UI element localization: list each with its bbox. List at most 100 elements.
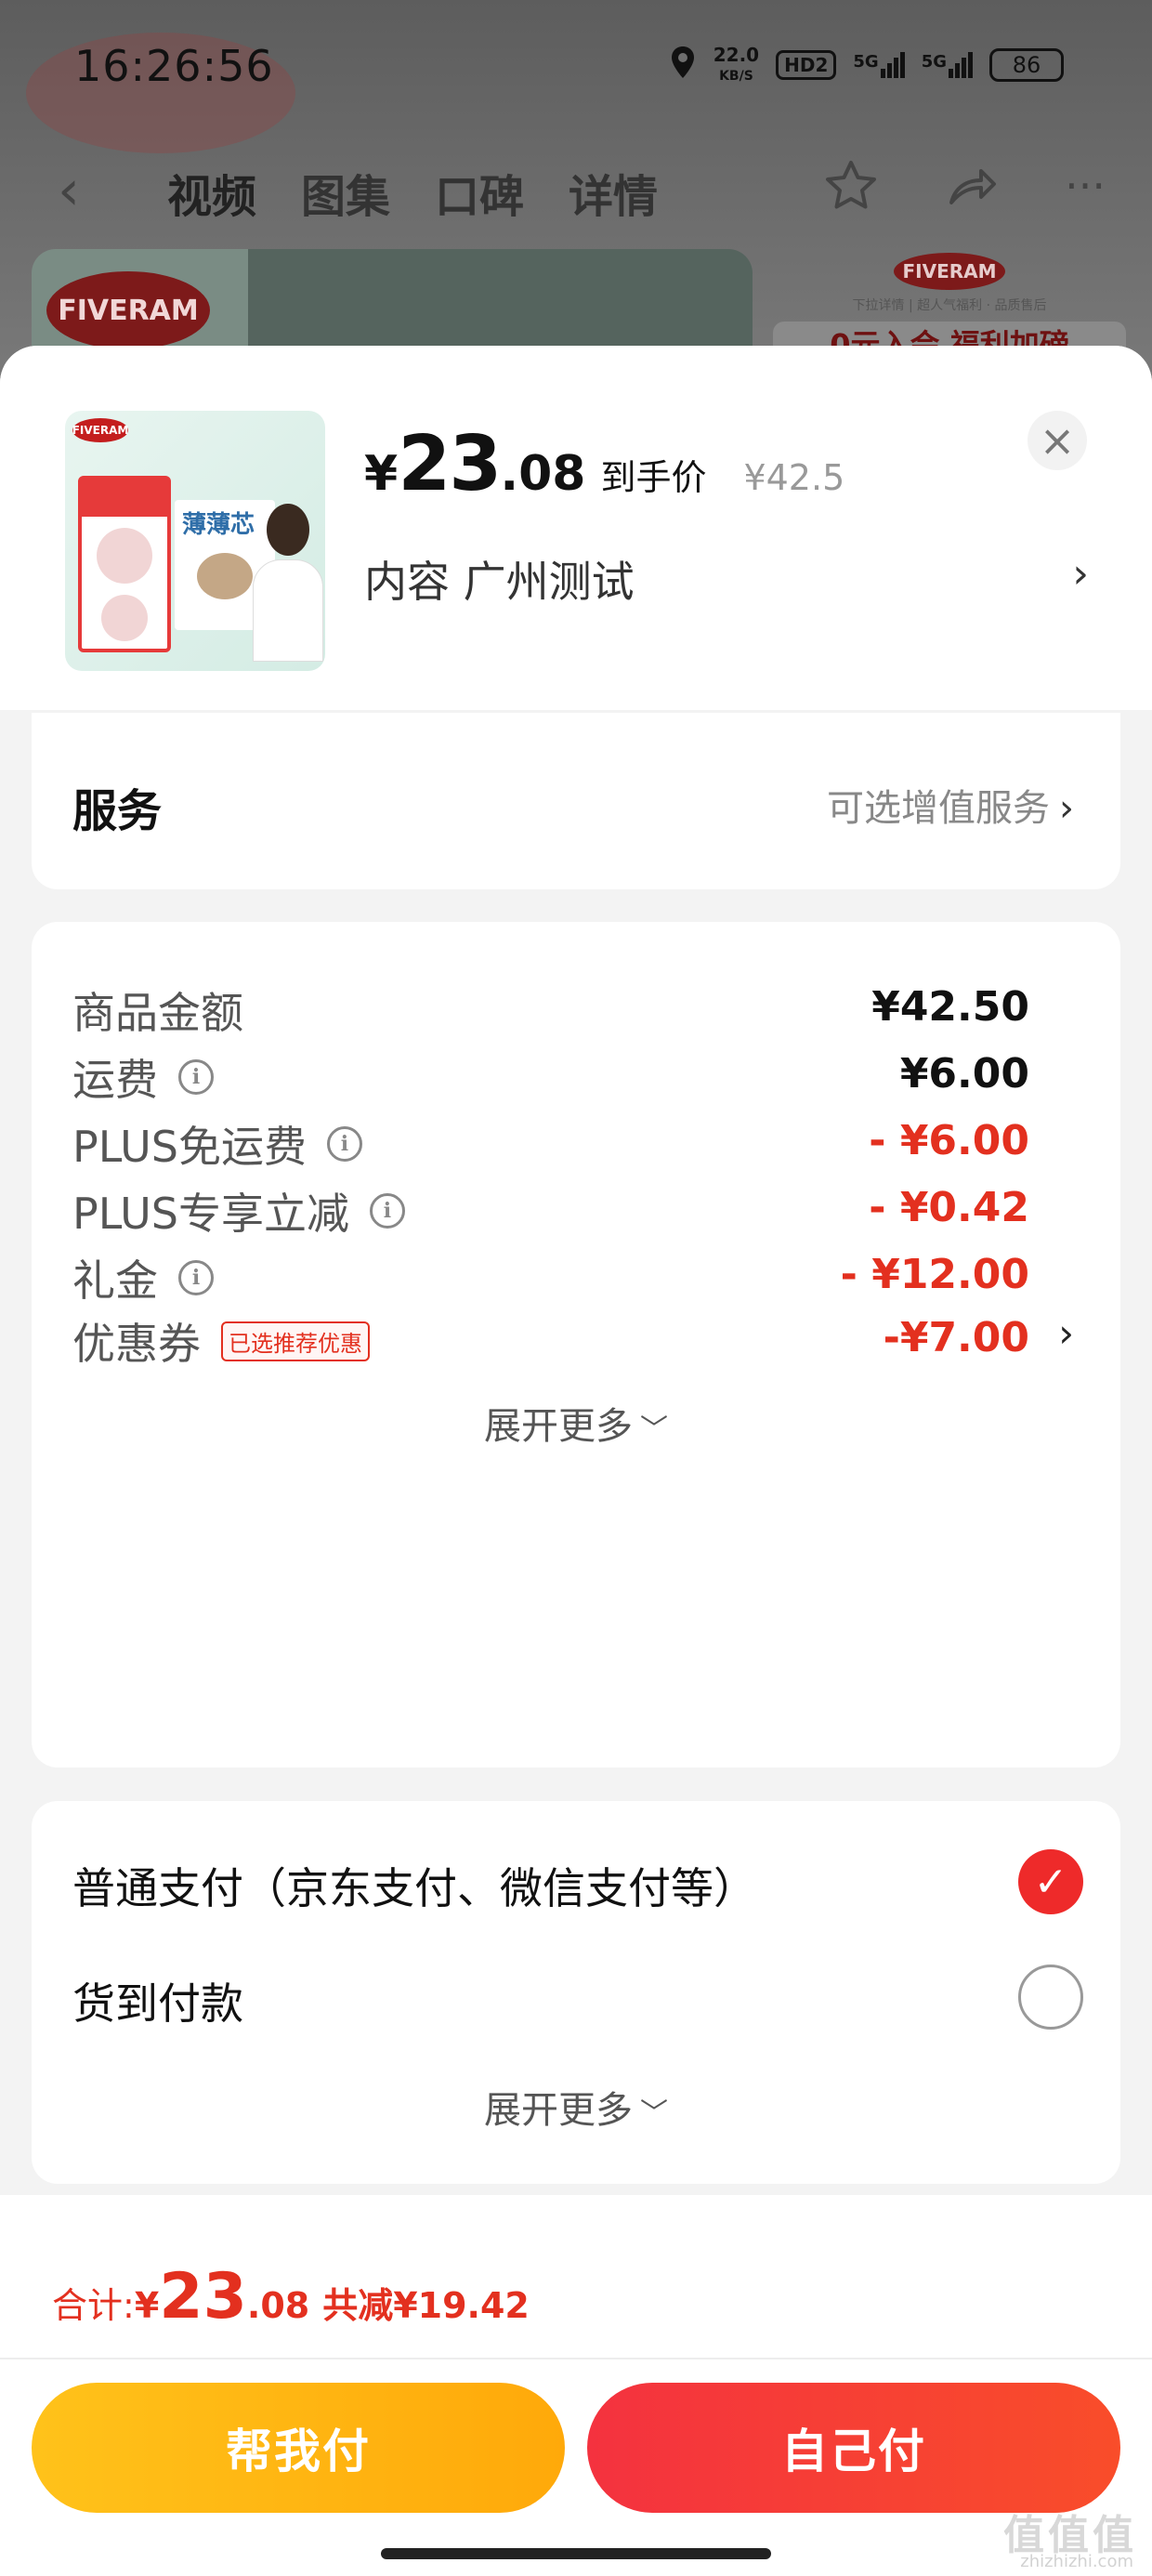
signal-icon-1: 5G: [853, 52, 905, 78]
summary-value: - ¥6.00: [869, 1117, 1029, 1164]
summary-label: 商品金额: [72, 979, 243, 1041]
summary-row-coupon[interactable]: 优惠券 已选推荐优惠 -¥7.00: [72, 1310, 1029, 1375]
tab-reviews[interactable]: 口碑: [435, 160, 524, 225]
summary-label-text: 礼金: [72, 1255, 158, 1306]
nav-tabs: 视频 图集 口碑 详情: [167, 160, 658, 225]
summary-label-text: PLUS专享立减: [72, 1189, 349, 1239]
net-speed-value: 22.0: [713, 43, 760, 66]
chevron-down-icon: ﹀: [640, 2097, 668, 2130]
share-icon[interactable]: [944, 158, 1000, 227]
spec-selector[interactable]: 内容 广州测试: [364, 548, 635, 610]
summary-value: - ¥12.00: [840, 1251, 1029, 1298]
star-icon[interactable]: [823, 158, 879, 227]
summary-row-gift-money: 礼金 i - ¥12.00: [72, 1247, 1029, 1312]
battery-icon: 86: [989, 48, 1064, 82]
summary-value: ¥6.00: [899, 1050, 1029, 1097]
info-icon[interactable]: i: [369, 1193, 405, 1229]
info-icon[interactable]: i: [178, 1260, 214, 1295]
price-decimal: .08: [500, 446, 586, 502]
total-decimal: .08: [246, 2285, 310, 2326]
brand-logo: FIVERAM: [46, 271, 210, 349]
chevron-down-icon: ﹀: [640, 1413, 668, 1446]
final-price: ¥ 23 .08 到手价 ¥42.5: [364, 420, 844, 508]
summary-label-text: 优惠券: [72, 1319, 201, 1369]
tab-video[interactable]: 视频: [167, 160, 256, 225]
summary-row-goods: 商品金额 ¥42.50: [72, 979, 1029, 1045]
more-icon[interactable]: ···: [1065, 158, 1106, 227]
self-pay-button[interactable]: 自己付: [587, 2383, 1120, 2513]
price-summary-card: 商品金额 ¥42.50 运费 i ¥6.00 PLUS免运费 i - ¥6.00 P…: [32, 922, 1120, 1768]
thumb-pack: [78, 476, 171, 652]
payment-radio-selected[interactable]: ✓: [1018, 1849, 1083, 1914]
summary-value: - ¥0.42: [869, 1184, 1029, 1231]
location-icon: [669, 45, 697, 85]
signal-2-label: 5G: [921, 52, 947, 72]
service-value-text: 可选增值服务: [827, 787, 1050, 830]
signal-1-label: 5G: [853, 52, 879, 72]
info-icon[interactable]: i: [326, 1126, 362, 1162]
chevron-right-icon[interactable]: ›: [1058, 1310, 1074, 1356]
signal-icon-2: 5G: [922, 52, 973, 78]
watermark-url: zhizhizhi.com: [1020, 2552, 1133, 2571]
total-currency: ¥: [134, 2285, 160, 2326]
summary-label: PLUS免运费 i: [72, 1113, 362, 1175]
total-discount: 共减¥19.42: [322, 2285, 530, 2326]
product-thumbnail: FIVERAM 薄薄芯: [65, 411, 325, 671]
summary-label: 优惠券 已选推荐优惠: [72, 1310, 370, 1372]
summary-value: ¥42.50: [871, 983, 1029, 1031]
payment-option-cod[interactable]: 货到付款: [72, 1970, 243, 2031]
coupon-badge: 已选推荐优惠: [221, 1321, 370, 1361]
payment-radio-unselected[interactable]: [1018, 1965, 1083, 2030]
check-icon: ✓: [1033, 1858, 1068, 1906]
price-currency: ¥: [364, 446, 399, 502]
close-button[interactable]: ×: [1028, 411, 1087, 470]
status-icons: 22.0 KB/S HD2 5G 5G 86: [669, 45, 1064, 85]
summary-value: -¥7.00: [883, 1314, 1029, 1361]
spokesperson-image: [251, 504, 325, 662]
tab-details[interactable]: 详情: [569, 160, 658, 225]
summary-row-plus-discount: PLUS专享立减 i - ¥0.42: [72, 1180, 1029, 1245]
summary-label-text: PLUS免运费: [72, 1122, 307, 1172]
hd-icon: HD2: [776, 50, 837, 80]
summary-label-text: 运费: [72, 1055, 158, 1105]
status-bar: 16:26:56 22.0 KB/S HD2 5G 5G 86: [0, 0, 1152, 139]
promo-right-subtitle: 下拉详情 | 超人气福利 · 品质售后: [852, 298, 1047, 313]
total-label: 合计:: [52, 2285, 135, 2326]
chevron-right-icon[interactable]: ›: [1072, 550, 1089, 598]
home-indicator[interactable]: [381, 2548, 771, 2559]
price-label: 到手价: [600, 457, 707, 498]
chevron-right-icon: ›: [1059, 787, 1074, 830]
close-icon: ×: [1039, 415, 1076, 466]
service-card[interactable]: 服务 可选增值服务 ›: [32, 713, 1120, 889]
service-value[interactable]: 可选增值服务 ›: [827, 778, 1074, 832]
nav-icons: ···: [823, 158, 1106, 227]
summary-row-plus-free-shipping: PLUS免运费 i - ¥6.00: [72, 1113, 1029, 1178]
total-integer: 23: [159, 2260, 247, 2333]
thumb-logo: FIVERAM: [72, 418, 128, 442]
tab-gallery[interactable]: 图集: [301, 160, 390, 225]
net-speed-unit: KB/S: [719, 68, 753, 84]
price-integer: 23: [398, 420, 502, 508]
expand-more-label: 展开更多: [484, 2089, 633, 2132]
checkout-footer: 合计: ¥ 23 .08 共减¥19.42 帮我付 自己付: [0, 2195, 1152, 2576]
summary-label: PLUS专享立减 i: [72, 1180, 405, 1242]
info-icon[interactable]: i: [178, 1059, 214, 1095]
expand-more-button[interactable]: 展开更多 ﹀: [32, 2080, 1120, 2134]
summary-row-shipping: 运费 i ¥6.00: [72, 1046, 1029, 1111]
original-price: ¥42.5: [743, 457, 845, 498]
summary-label: 运费 i: [72, 1046, 214, 1108]
product-header: FIVERAM 薄薄芯 ¥ 23 .08 到手价 ¥42.5 内容 广州测试 ›: [0, 346, 1152, 710]
service-title: 服务: [72, 785, 163, 837]
checkout-sheet: FIVERAM 薄薄芯 ¥ 23 .08 到手价 ¥42.5 内容 广州测试 ›: [0, 346, 1152, 2576]
expand-more-button[interactable]: 展开更多 ﹀: [32, 1396, 1120, 1450]
payment-option-normal[interactable]: 普通支付（京东支付、微信支付等）: [72, 1855, 756, 1916]
help-pay-button[interactable]: 帮我付: [32, 2383, 565, 2513]
footer-divider: [0, 2358, 1152, 2359]
total-amount: 合计: ¥ 23 .08 共减¥19.42: [52, 2260, 530, 2333]
expand-more-label: 展开更多: [484, 1405, 633, 1448]
product-nav: ‹ 视频 图集 口碑 详情 ···: [0, 149, 1152, 232]
back-icon[interactable]: ‹: [58, 158, 80, 223]
promo-right-logo: FIVERAM: [894, 253, 1005, 290]
status-time: 16:26:56: [74, 41, 274, 91]
bear-illustration: [197, 553, 253, 599]
